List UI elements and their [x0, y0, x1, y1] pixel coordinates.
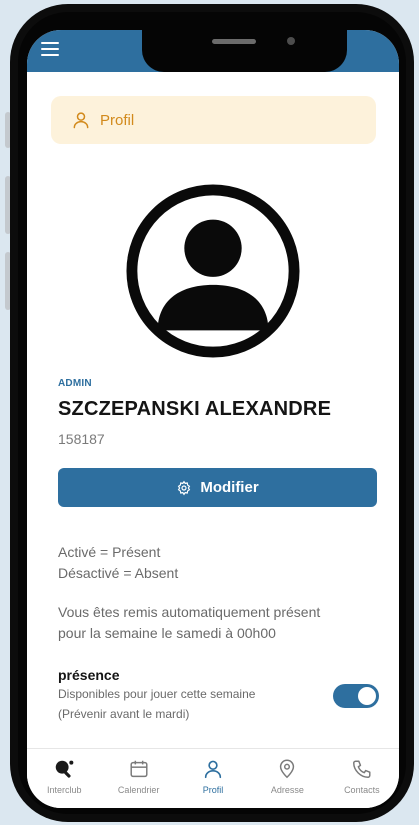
tab-interclub[interactable]: Interclub	[27, 749, 101, 808]
auto-notice-line2: pour la semaine le samedi à 00h00	[58, 625, 276, 641]
presence-subtitle-line1: Disponibles pour jouer cette semaine	[58, 687, 256, 701]
calendar-icon	[130, 760, 148, 778]
gear-icon	[178, 480, 191, 495]
tab-adresse[interactable]: Adresse	[250, 749, 324, 808]
tab-label: Interclub	[46, 785, 82, 795]
tab-calendrier[interactable]: Calendrier	[101, 749, 175, 808]
user-role: ADMIN	[58, 378, 92, 389]
phone-notch	[142, 30, 347, 72]
tab-profil[interactable]: Profil	[176, 749, 250, 808]
legend-active: Activé = Présent	[58, 544, 161, 560]
speaker-grille	[212, 39, 256, 44]
modifier-button[interactable]: Modifier	[58, 468, 377, 507]
app-screen: Profil ADMIN SZCZEPANSKI ALEXANDRE 15818…	[27, 30, 399, 808]
person-icon	[204, 760, 222, 779]
auto-notice-line1: Vous êtes remis automatiquement présent	[58, 604, 321, 620]
phone-icon	[352, 760, 371, 778]
bottom-tab-bar: Interclub Calendrier Profil Adresse Cont…	[27, 748, 399, 808]
modifier-button-label: Modifier	[200, 479, 259, 496]
ping-pong-icon	[55, 760, 74, 778]
toggle-knob	[358, 687, 376, 705]
presence-subtitle-line2: (Prévenir avant le mardi)	[58, 707, 190, 721]
profile-card: Profil ADMIN SZCZEPANSKI ALEXANDRE 15818…	[36, 72, 390, 762]
tab-contacts[interactable]: Contacts	[325, 749, 399, 808]
tab-label: Adresse	[270, 785, 304, 795]
front-camera	[287, 37, 295, 45]
legend-inactive: Désactivé = Absent	[58, 565, 179, 581]
user-id: 158187	[58, 431, 105, 447]
profil-banner: Profil	[51, 96, 376, 144]
tab-label: Profil	[202, 785, 224, 795]
content-panel[interactable]: Profil ADMIN SZCZEPANSKI ALEXANDRE 15818…	[36, 72, 390, 762]
person-icon	[73, 112, 89, 129]
tab-label: Contacts	[344, 785, 380, 795]
location-pin-icon	[280, 759, 295, 779]
presence-toggle[interactable]	[333, 684, 379, 708]
banner-label: Profil	[100, 111, 135, 129]
user-avatar-icon	[126, 184, 300, 358]
hamburger-menu-icon[interactable]	[41, 42, 59, 56]
user-name: SZCZEPANSKI ALEXANDRE	[58, 398, 332, 420]
tab-label: Calendrier	[117, 785, 160, 795]
presence-title: présence	[58, 667, 120, 683]
